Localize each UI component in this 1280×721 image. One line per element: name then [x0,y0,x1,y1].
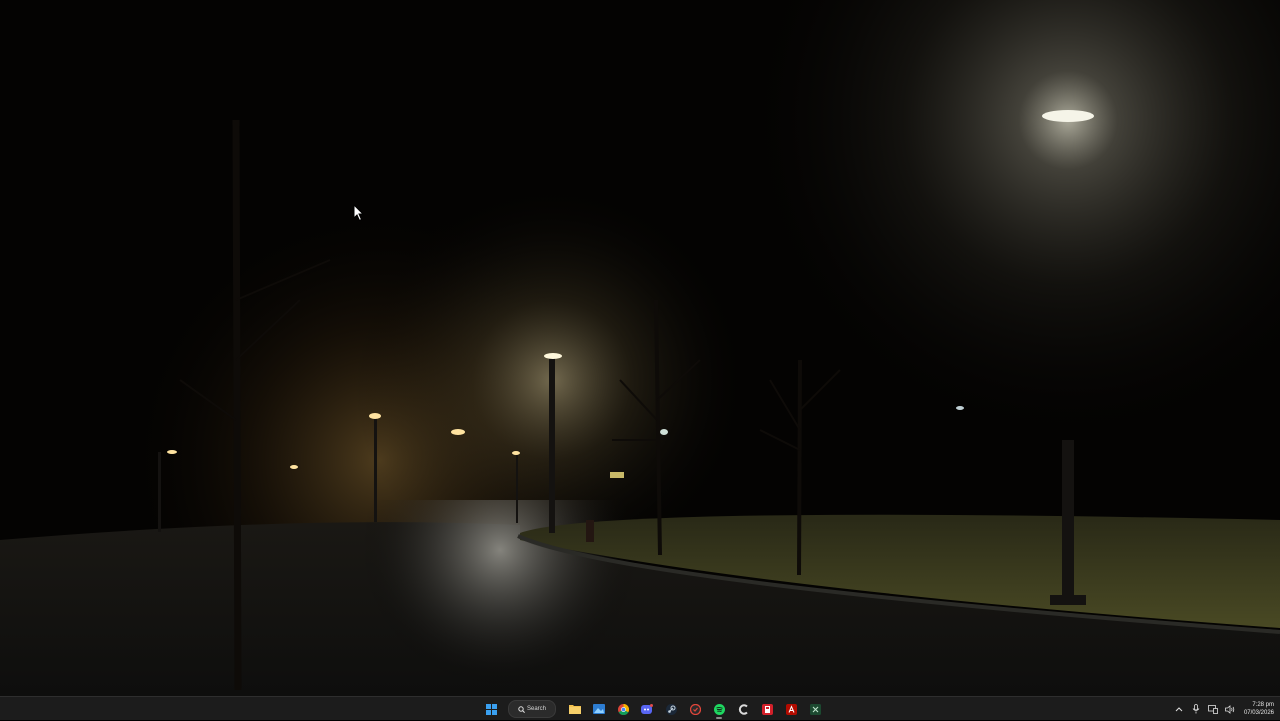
folder-icon [569,705,581,714]
chrome-icon [617,703,629,715]
desktop[interactable] [0,0,1280,696]
network-icon [1208,704,1218,714]
search-label: Search [526,706,546,712]
tray-network[interactable] [1208,704,1218,714]
taskbar-steam[interactable] [662,699,680,719]
taskbar: Search 7:28 pm 07/03/2026 [0,696,1280,720]
taskbar-ccleaner[interactable] [734,699,752,719]
speaker-icon [1225,704,1235,714]
microphone-icon [1192,704,1200,714]
windows-icon [485,703,497,715]
taskbar-acrobat[interactable] [782,699,800,719]
shield-icon [689,703,701,715]
tray-microphone[interactable] [1191,704,1201,714]
taskbar-discord[interactable] [638,699,656,719]
spotify-icon [713,703,725,715]
search-icon [518,705,525,713]
taskbar-spotify[interactable] [710,699,728,719]
taskbar-clock[interactable]: 7:28 pm 07/03/2026 [1244,701,1274,717]
clock-time: 7:28 pm [1252,702,1274,708]
system-tray: 7:28 pm 07/03/2026 [1174,697,1274,721]
ccleaner-icon [738,703,748,715]
steam-icon [665,703,677,715]
taskbar-chrome[interactable] [614,699,632,719]
acrobat-icon [785,703,797,715]
clock-date: 07/03/2026 [1243,710,1274,716]
taskbar-file-explorer[interactable] [566,699,584,719]
tray-volume[interactable] [1225,704,1235,714]
excel-icon [809,703,821,715]
taskbar-red-app[interactable] [758,699,776,719]
photos-icon [593,704,605,714]
taskbar-apps: Search [482,697,824,721]
chevron-up-icon [1175,707,1183,712]
taskbar-search-box[interactable]: Search [508,700,556,718]
taskbar-shield-app[interactable] [686,699,704,719]
mouse-cursor-icon [353,204,365,222]
desktop-wallpaper [0,0,1280,696]
tray-overflow-button[interactable] [1174,704,1184,714]
discord-icon [641,703,653,714]
red-app-icon [761,703,773,715]
taskbar-photos[interactable] [590,699,608,719]
start-button[interactable] [482,699,500,719]
taskbar-excel[interactable] [806,699,824,719]
